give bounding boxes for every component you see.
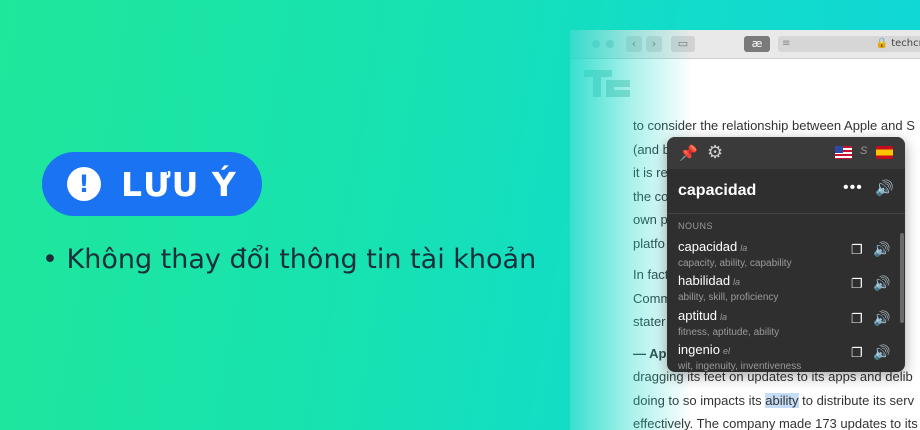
entry-word: habilidad — [678, 273, 731, 288]
looked-up-word: capacidad — [678, 182, 757, 199]
speaker-icon[interactable]: 🔊 — [873, 241, 890, 258]
reader-icon[interactable]: ≡ — [782, 38, 790, 49]
speaker-icon[interactable]: 🔊 — [873, 275, 890, 292]
entry-gender: la — [740, 243, 748, 253]
entry-word: capacidad — [678, 239, 738, 254]
copy-icon[interactable]: ❐ — [851, 242, 863, 258]
url-text: 🔒 techcru — [875, 38, 920, 49]
list-item[interactable]: capacidad la capacity, ability, capabilit… — [678, 238, 898, 272]
list-item[interactable]: ingenio el wit, ingenuity, inventiveness … — [678, 341, 898, 372]
more-button[interactable]: ••• — [843, 179, 863, 197]
badge-label: LƯU Ý — [121, 164, 237, 204]
spain-flag-icon[interactable] — [876, 146, 893, 159]
scrollbar[interactable] — [900, 233, 904, 323]
entry-gender: la — [720, 312, 728, 322]
back-button[interactable]: ‹ — [626, 36, 642, 52]
swap-icon[interactable]: S — [860, 145, 867, 157]
article-text: to distribute its serv — [802, 392, 915, 408]
popup-header: 📌 ⚙ S — [667, 137, 905, 169]
exclamation-icon: ! — [67, 167, 101, 201]
copy-icon[interactable]: ❐ — [851, 345, 863, 361]
entry-synonyms: capacity, ability, capability — [678, 258, 792, 269]
window-dot[interactable] — [592, 40, 600, 48]
speaker-icon[interactable]: 🔊 — [875, 179, 894, 197]
entry-gender: la — [733, 277, 741, 287]
window-dot[interactable] — [606, 40, 614, 48]
speaker-icon[interactable]: 🔊 — [873, 310, 890, 327]
selected-word[interactable]: ability — [765, 392, 799, 408]
sidebar-button[interactable]: ▭ — [671, 36, 695, 52]
entry-synonyms: ability, skill, proficiency — [678, 292, 779, 303]
copy-icon[interactable]: ❐ — [851, 276, 863, 292]
warning-badge: ! LƯU Ý — [42, 152, 262, 216]
us-flag-icon[interactable] — [835, 146, 852, 159]
extension-button[interactable]: æ — [744, 36, 770, 52]
entry-synonyms: fitness, aptitude, ability — [678, 327, 780, 338]
section-label: NOUNS — [678, 221, 714, 231]
list-item[interactable]: aptitud la fitness, aptitude, ability ❐ 🔊 — [678, 307, 898, 341]
list-item[interactable]: habilidad la ability, skill, proficiency … — [678, 272, 898, 306]
article-line: doing to so impacts its ability to distr… — [633, 389, 920, 413]
speaker-icon[interactable]: 🔊 — [873, 344, 890, 361]
address-bar[interactable]: ≡ 🔒 techcru — [778, 36, 920, 52]
site-logo — [584, 70, 630, 97]
gear-icon[interactable]: ⚙ — [707, 142, 723, 163]
entry-word: ingenio — [678, 342, 720, 357]
entry-synonyms: wit, ingenuity, inventiveness — [678, 361, 802, 372]
entry-gender: el — [722, 346, 730, 356]
browser-toolbar: ‹ › ▭ æ ≡ 🔒 techcru — [570, 30, 920, 59]
note-text: • Không thay đổi thông tin tài khoản — [42, 244, 537, 275]
pin-icon[interactable]: 📌 — [679, 144, 698, 162]
article-line: effectively. The company made 173 update… — [633, 416, 918, 430]
copy-icon[interactable]: ❐ — [851, 311, 863, 327]
entry-word: aptitud — [678, 308, 718, 323]
translation-popup: 📌 ⚙ S capacidad ••• 🔊 NOUNS capacidad la … — [667, 137, 905, 372]
article-text: doing to so impacts its — [633, 392, 762, 408]
article-line: to consider the relationship between App… — [633, 118, 915, 133]
forward-button[interactable]: › — [646, 36, 662, 52]
